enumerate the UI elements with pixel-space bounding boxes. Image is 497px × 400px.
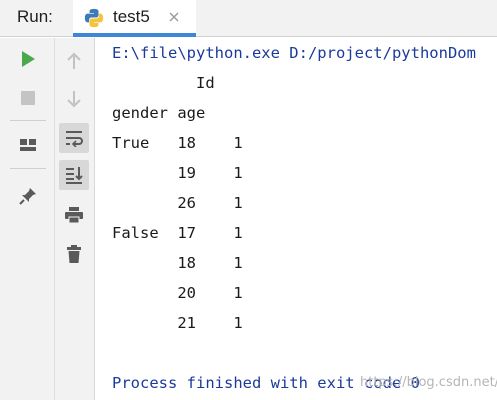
soft-wrap-button[interactable] — [59, 123, 89, 153]
watermark: https://blog.csdn.net/...05499 — [360, 375, 497, 390]
scroll-to-end-button[interactable] — [59, 160, 89, 190]
run-toolwindow-header: Run: test5 — [0, 0, 497, 37]
output-line: True 18 1 — [112, 134, 243, 152]
run-toolbar-left — [0, 38, 55, 400]
console-output[interactable]: E:\file\python.exe D:/project/pythonDom … — [96, 38, 497, 400]
up-arrow-icon — [67, 52, 81, 69]
output-line: Id — [112, 74, 215, 92]
soft-wrap-icon — [66, 131, 83, 147]
print-button[interactable] — [59, 200, 89, 230]
toolbar-divider — [10, 120, 46, 121]
stop-button[interactable] — [13, 83, 43, 113]
pin-icon — [19, 188, 36, 205]
run-icon — [22, 51, 35, 67]
toolbar-divider — [10, 168, 46, 169]
run-toolbar-right — [55, 38, 95, 400]
output-line: 21 1 — [112, 314, 243, 332]
command-line: E:\file\python.exe D:/project/pythonDom — [112, 44, 476, 62]
output-line: 19 1 — [112, 164, 243, 182]
output-line: False 17 1 — [112, 224, 243, 242]
restore-layout-button[interactable] — [13, 130, 43, 160]
output-line: gender age — [112, 104, 206, 122]
clear-all-button[interactable] — [59, 239, 89, 269]
rerun-button[interactable] — [13, 44, 43, 74]
close-icon[interactable] — [167, 10, 181, 24]
run-label: Run: — [17, 7, 53, 26]
next-occurrence-button[interactable] — [59, 84, 89, 114]
tab-title: test5 — [113, 7, 150, 26]
stop-icon — [21, 91, 35, 105]
print-icon — [65, 207, 83, 224]
previous-occurrence-button[interactable] — [59, 46, 89, 76]
trash-icon — [67, 245, 81, 263]
python-icon — [84, 8, 104, 28]
output-line: 18 1 — [112, 254, 243, 272]
down-arrow-icon — [67, 91, 81, 108]
output-line: 26 1 — [112, 194, 243, 212]
pin-tab-button[interactable] — [13, 181, 43, 211]
layout-icon — [20, 139, 36, 151]
tab-test5[interactable]: test5 — [73, 0, 196, 37]
scroll-to-end-icon — [66, 167, 83, 184]
output-line: 20 1 — [112, 284, 243, 302]
